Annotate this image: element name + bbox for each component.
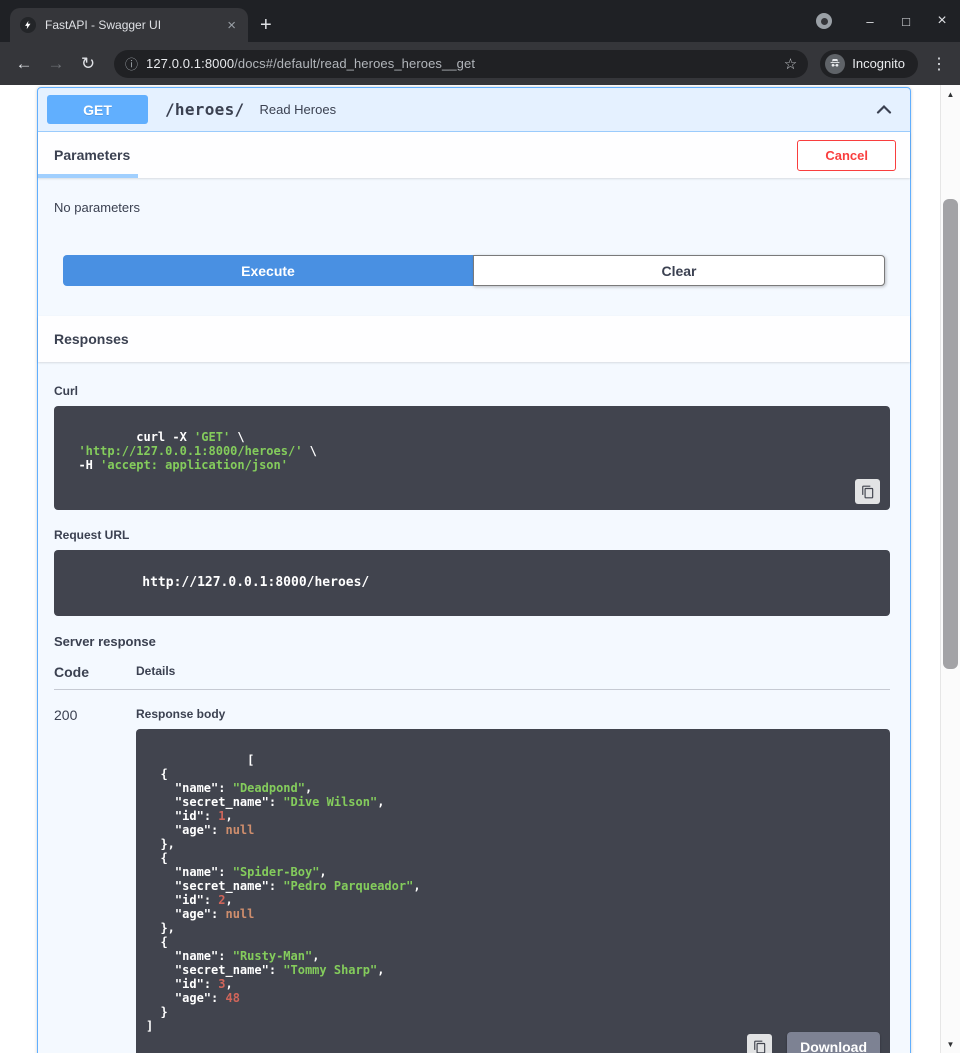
browser-tab[interactable]: FastAPI - Swagger UI × [10,8,248,42]
tab-parameters[interactable]: Parameters [38,132,130,178]
response-details: Response body [ { "name": "Deadpond", "s… [136,707,890,1053]
new-tab-button[interactable]: + [260,15,272,35]
opblock-summary[interactable]: GET /heroes/ Read Heroes [38,88,910,132]
response-table-header: Code Details [54,664,890,690]
execute-wrapper: Execute Clear [38,215,910,316]
curl-code: curl -X 'GET' \ 'http://127.0.0.1:8000/h… [64,430,317,472]
window-controls: – □ × [816,0,960,42]
request-url-code: http://127.0.0.1:8000/heroes/ [142,575,369,590]
site-info-icon[interactable]: ⓘ [125,54,138,73]
close-button[interactable]: × [924,0,960,42]
parameters-body: No parameters [38,178,910,215]
browser-toolbar: ← → ↻ ⓘ 127.0.0.1:8000/docs#/default/rea… [0,42,960,85]
incognito-icon [825,54,845,74]
swagger-page: GET /heroes/ Read Heroes Parameters Canc… [0,85,960,1053]
collapse-chevron-icon[interactable] [872,97,896,123]
tab-strip: FastAPI - Swagger UI × + – □ × [0,0,960,42]
bookmark-star-icon[interactable]: ☆ [784,55,797,73]
cancel-button[interactable]: Cancel [797,140,896,171]
curl-block: curl -X 'GET' \ 'http://127.0.0.1:8000/h… [54,406,890,510]
response-row-200: 200 Response body [ { "name": "Deadpond"… [54,690,890,1053]
active-tab-underline [38,174,138,178]
responses-title: Responses [38,331,129,347]
responses-body: Curl curl -X 'GET' \ 'http://127.0.0.1:8… [38,384,910,1053]
request-url-block: http://127.0.0.1:8000/heroes/ [54,550,890,616]
response-body-block: [ { "name": "Deadpond", "secret_name": "… [136,729,890,1053]
details-column-header: Details [136,664,890,680]
browser-window: FastAPI - Swagger UI × + – □ × ← → ↻ ⓘ 1… [0,0,960,1053]
opblock-get-heroes: GET /heroes/ Read Heroes Parameters Canc… [37,87,911,1053]
download-button[interactable]: Download [787,1032,880,1053]
url-path: /docs#/default/read_heroes_heroes__get [234,56,475,71]
operation-path: /heroes/ [165,100,244,119]
reload-icon[interactable]: ↻ [74,50,102,78]
code-column-header: Code [54,664,136,680]
server-response-label: Server response [54,634,890,649]
parameters-tab-label: Parameters [54,147,130,163]
operation-summary: Read Heroes [259,102,872,117]
response-body-code: [ { "name": "Deadpond", "secret_name": "… [146,753,421,1034]
url-text: 127.0.0.1:8000/docs#/default/read_heroes… [146,56,776,71]
scroll-up-icon[interactable]: ▲ [941,86,960,102]
response-body-actions: Download [747,1032,880,1053]
copy-curl-icon[interactable] [855,479,880,504]
browser-menu-icon[interactable]: ⋮ [928,54,950,74]
url-host: 127.0.0.1:8000 [146,56,234,71]
copy-response-icon[interactable] [747,1034,772,1053]
scrollbar-thumb[interactable] [943,199,958,669]
address-bar[interactable]: ⓘ 127.0.0.1:8000/docs#/default/read_hero… [114,50,808,78]
method-badge: GET [47,95,148,124]
responses-header: Responses [38,316,910,362]
page-scrollbar: ▲ ▼ [940,85,960,1053]
browser-update-icon[interactable] [816,13,832,29]
minimize-button[interactable]: – [852,0,888,42]
response-body-label: Response body [136,707,890,721]
incognito-badge: Incognito [820,50,918,78]
incognito-label: Incognito [852,56,905,71]
tab-close-icon[interactable]: × [225,18,238,33]
fastapi-logo-icon [20,17,36,33]
maximize-button[interactable]: □ [888,0,924,42]
parameters-header: Parameters Cancel [38,132,910,178]
execute-button[interactable]: Execute [63,255,473,286]
tab-title: FastAPI - Swagger UI [45,18,216,32]
scroll-down-icon[interactable]: ▼ [941,1036,960,1052]
back-icon[interactable]: ← [10,50,38,78]
clear-button[interactable]: Clear [473,255,885,286]
request-url-label: Request URL [54,528,890,542]
forward-icon[interactable]: → [42,50,70,78]
curl-label: Curl [54,384,890,398]
no-parameters-message: No parameters [54,200,894,215]
status-code: 200 [54,707,136,1053]
